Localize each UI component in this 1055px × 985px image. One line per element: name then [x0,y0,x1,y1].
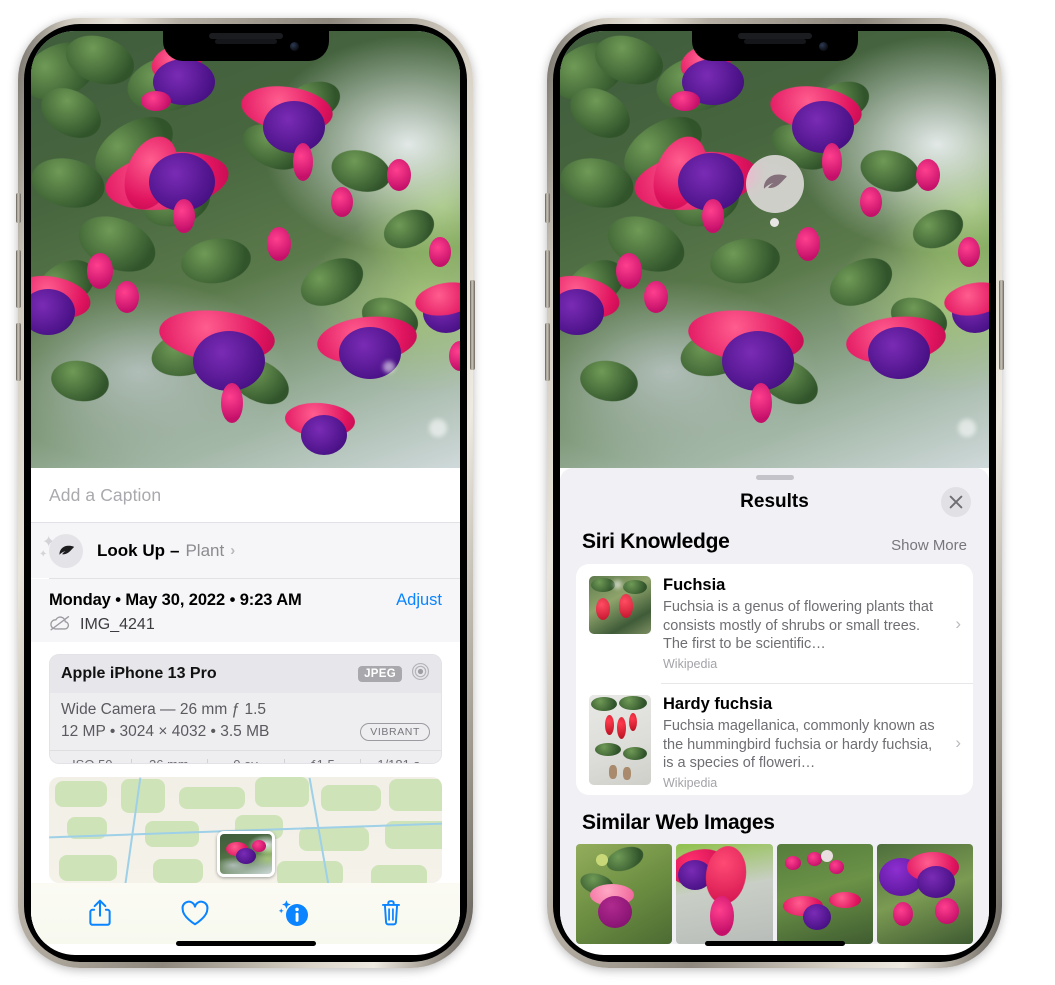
similar-web-images-row [560,844,989,944]
knowledge-thumbnail [589,695,651,786]
results-title: Results [740,491,809,513]
cloud-slash-icon [49,615,71,636]
exif-aperture: ƒ1.5 [283,757,361,764]
adjust-button[interactable]: Adjust [396,591,442,610]
leaf-icon [760,167,790,202]
right-iphone-device: Results Siri Knowledge Show More Fuchsia… [545,18,1004,968]
web-image-thumbnail[interactable] [876,844,973,944]
knowledge-text: Fuchsia Fuchsia is a genus of flowering … [663,576,960,671]
caption-placeholder: Add a Caption [49,484,162,505]
exif-focal: 26 mm [130,757,208,764]
trash-icon[interactable] [378,898,404,928]
sparkle-icon-small: ✦ [39,549,48,561]
photo-info-sheet: Add a Caption ✦ ✦ Look Up – Plant › Mond… [31,468,460,944]
photo-datetime: Monday • May 30, 2022 • 9:23 AM [49,590,302,609]
device-metadata-card: Apple iPhone 13 Pro JPEG Wide Camera — 2… [49,653,442,765]
exif-iso: ISO 50 [54,757,131,763]
chevron-right-icon: › [955,613,961,633]
front-camera [289,42,299,51]
chevron-right-icon: › [230,542,236,560]
info-sparkle-icon[interactable] [277,897,311,929]
right-phone-screen: Results Siri Knowledge Show More Fuchsia… [560,31,989,955]
top-speaker-grille [737,33,812,39]
device-card-header: Apple iPhone 13 Pro JPEG [50,654,441,693]
photo-image-right[interactable] [560,31,989,468]
device-name: Apple iPhone 13 Pro [61,664,217,682]
web-image-thumbnail[interactable] [676,844,773,944]
knowledge-text: Hardy fuchsia Fuchsia magellanica, commo… [663,695,960,790]
volume-down-button[interactable] [16,323,21,381]
list-item[interactable]: Hardy fuchsia Fuchsia magellanica, commo… [576,683,973,795]
list-item[interactable]: Fuchsia Fuchsia is a genus of flowering … [576,564,973,683]
siri-knowledge-header: Siri Knowledge Show More [560,524,989,564]
camera-aperture-icon [411,662,430,686]
lookup-anchor-dot [770,218,779,227]
mute-switch[interactable] [16,193,21,223]
similar-web-images-title: Similar Web Images [582,811,775,834]
device-badges: JPEG [358,662,430,686]
lens-info: Wide Camera — 26 mm ƒ 1.5 [61,700,267,718]
photo-flowers-right [560,31,989,468]
results-sheet: Results Siri Knowledge Show More Fuchsia… [560,468,989,944]
knowledge-title: Fuchsia [663,576,726,595]
screenshot-root: Add a Caption ✦ ✦ Look Up – Plant › Mond… [0,0,1055,985]
look-up-label: Look Up [97,540,165,560]
heart-icon[interactable] [180,900,210,927]
look-up-text: Look Up – Plant › [97,541,235,561]
volume-down-button-right[interactable] [545,323,550,381]
chevron-right-icon: › [955,732,961,752]
look-up-dash: – [170,540,180,560]
mute-switch-right[interactable] [545,193,550,223]
knowledge-source: Wikipedia [663,657,718,672]
web-image-thumbnail[interactable] [576,844,673,944]
share-icon[interactable] [87,898,113,928]
photo-toolbar [31,882,460,944]
siri-knowledge-title: Siri Knowledge [582,530,730,554]
image-specs: 12 MP • 3024 × 4032 • 3.5 MB [61,723,270,740]
power-button[interactable] [470,280,475,370]
photo-flowers [31,31,460,468]
siri-knowledge-list: Fuchsia Fuchsia is a genus of flowering … [576,564,973,795]
home-indicator-right[interactable] [704,941,845,946]
results-header: Results [560,480,989,525]
home-indicator-left[interactable] [175,941,316,946]
exif-row: ISO 50 26 mm 0 ev ƒ1.5 1/181 s [50,750,441,764]
exif-shutter: 1/181 s [360,757,437,764]
volume-up-button-right[interactable] [545,250,550,308]
device-card-body: Wide Camera — 26 mm ƒ 1.5 12 MP • 3024 ×… [50,692,441,751]
knowledge-description: Fuchsia magellanica, commonly known as t… [663,718,935,772]
knowledge-thumbnail [589,576,651,635]
web-image-thumbnail[interactable] [776,844,873,944]
knowledge-source: Wikipedia [663,776,718,791]
photo-filename: IMG_4241 [80,616,155,634]
leaf-icon-badge [49,533,83,568]
format-badge: JPEG [358,665,402,682]
map-photo-pin[interactable] [216,831,275,878]
photo-image-left[interactable] [31,31,460,468]
front-camera [818,42,828,51]
power-button-right[interactable] [999,280,1004,370]
left-iphone-device: Add a Caption ✦ ✦ Look Up – Plant › Mond… [16,18,475,968]
volume-up-button[interactable] [16,250,21,308]
caption-field[interactable]: Add a Caption [31,468,460,524]
look-up-row[interactable]: ✦ ✦ Look Up – Plant › [31,523,460,578]
top-speaker-grille [208,33,283,39]
earpiece-speaker [743,39,806,44]
visual-lookup-badge[interactable] [745,155,804,227]
knowledge-description: Fuchsia is a genus of flowering plants t… [663,599,934,653]
exif-exposure: 0 ev [207,757,284,764]
location-map[interactable] [49,777,442,883]
show-more-button[interactable]: Show More [891,537,967,554]
left-phone-screen: Add a Caption ✦ ✦ Look Up – Plant › Mond… [31,31,460,955]
close-icon[interactable] [941,487,971,518]
metadata-block: Monday • May 30, 2022 • 9:23 AM Adjust I… [31,578,460,642]
photo-style-badge: VIBRANT [360,722,430,742]
look-up-subject: Plant [185,540,225,560]
knowledge-title: Hardy fuchsia [663,695,773,714]
earpiece-speaker [214,39,277,44]
